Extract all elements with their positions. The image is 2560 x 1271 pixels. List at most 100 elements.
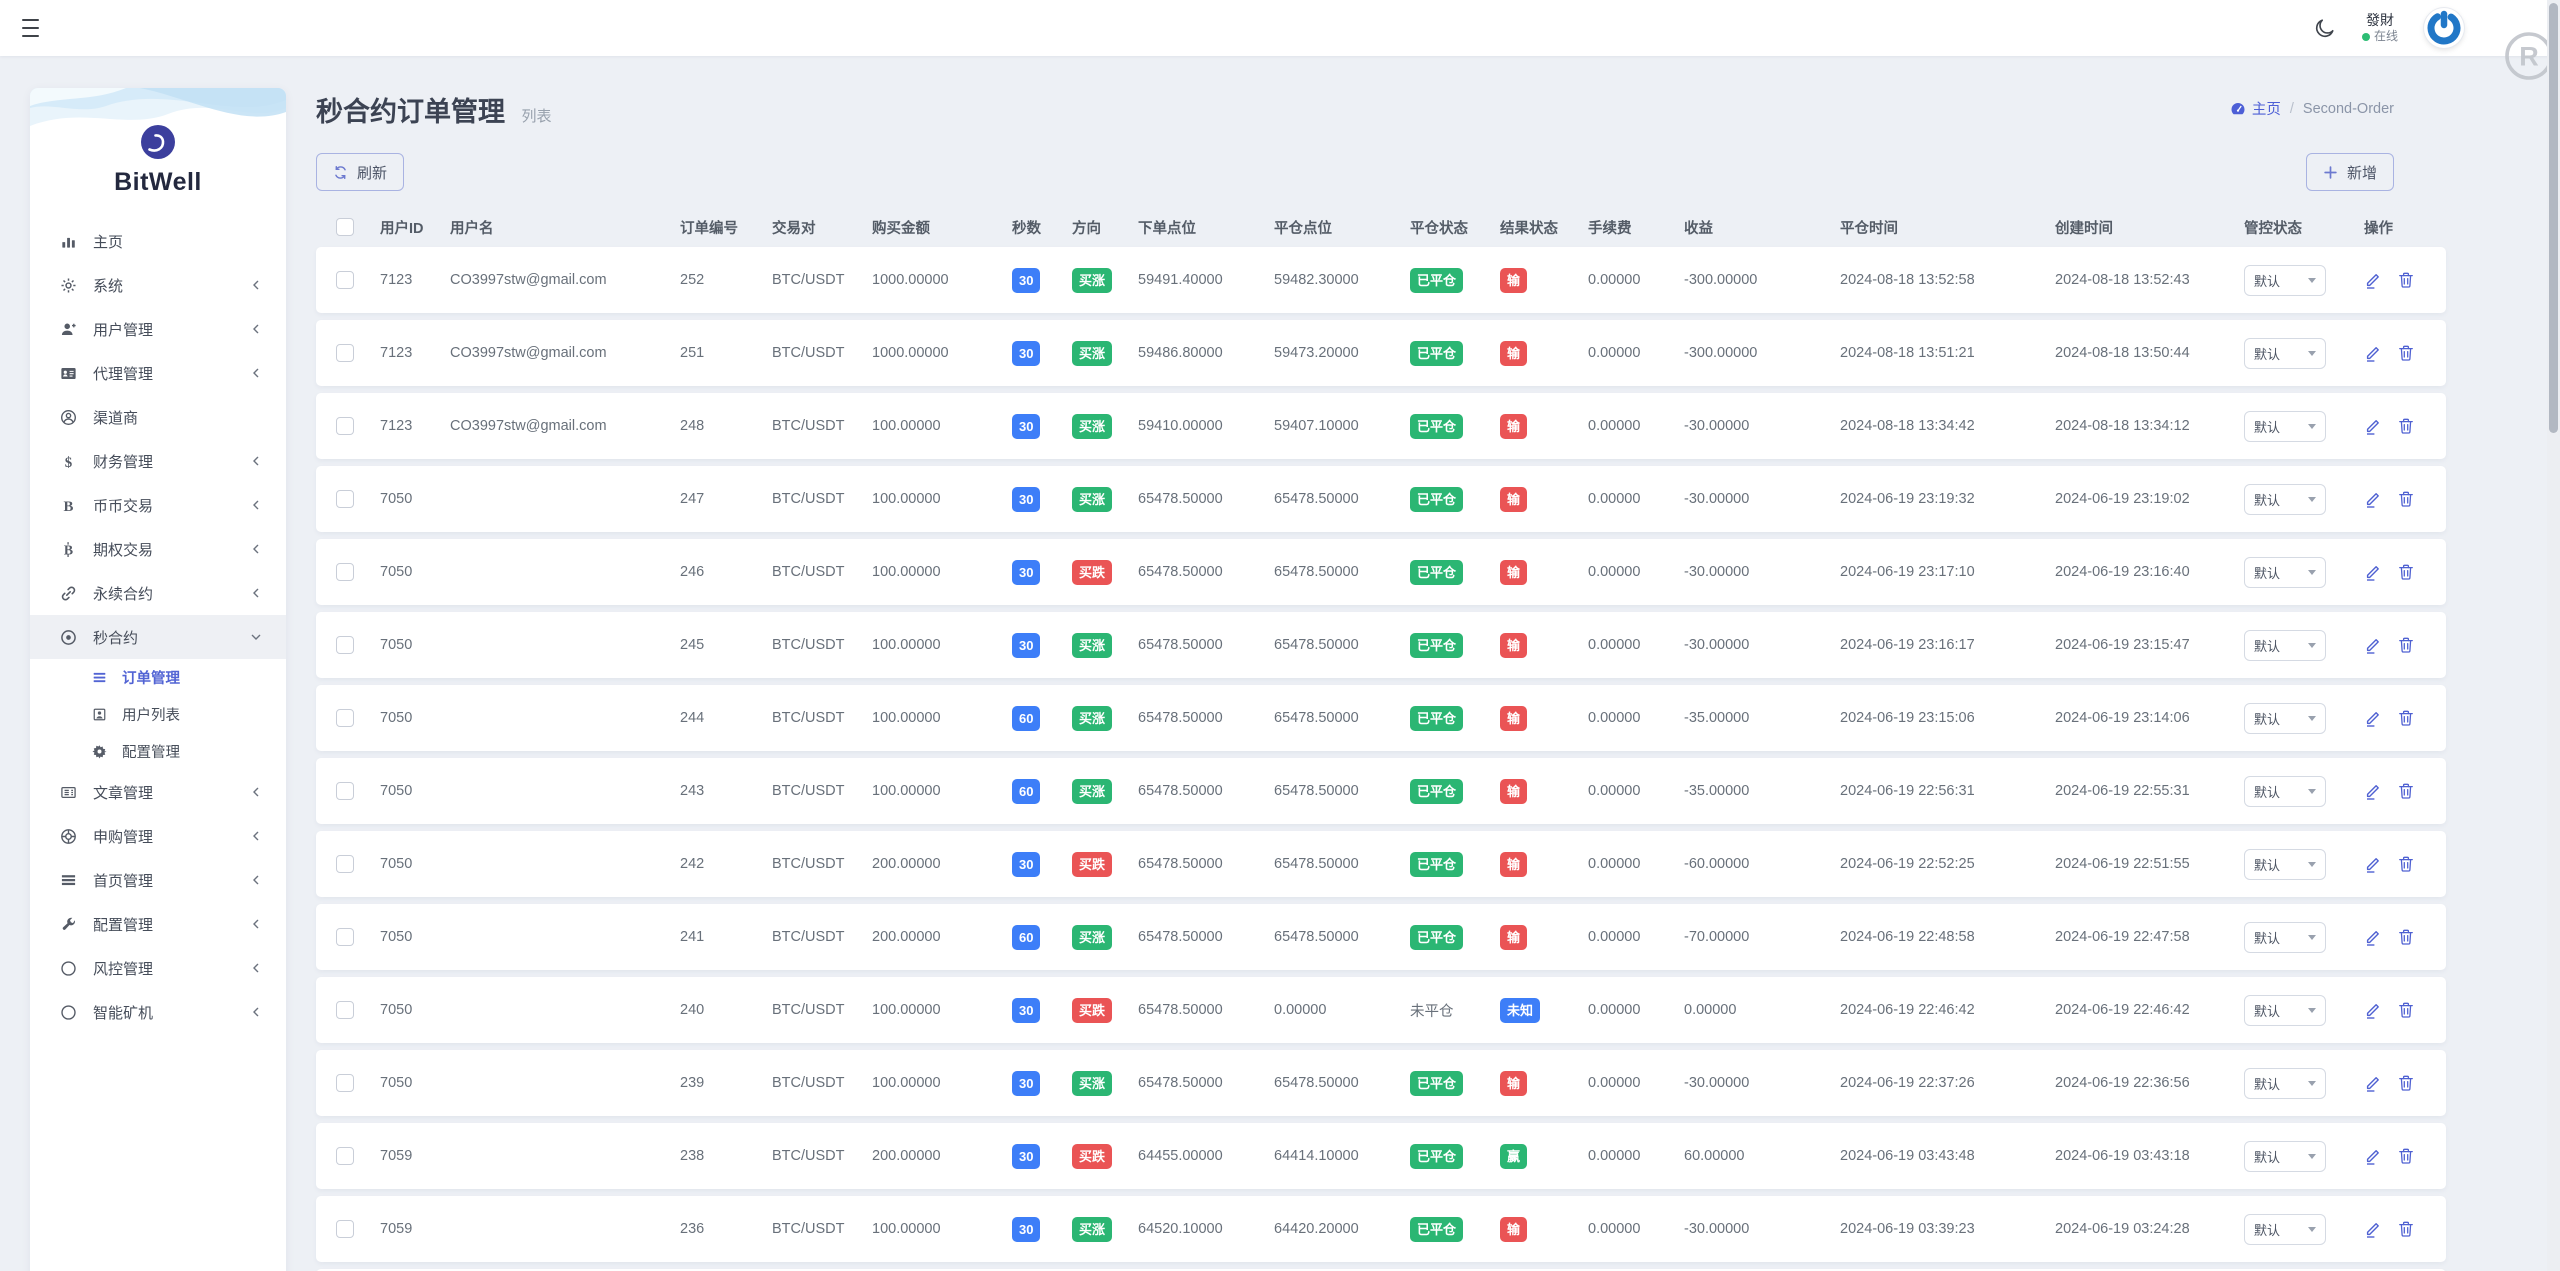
delete-button[interactable] xyxy=(2397,709,2415,727)
delete-button[interactable] xyxy=(2397,1147,2415,1165)
vertical-scrollbar[interactable] xyxy=(2547,0,2560,1271)
result-badge: 未知 xyxy=(1500,997,1541,1023)
row-checkbox[interactable] xyxy=(336,1147,354,1165)
cell-pair: BTC/USDT xyxy=(772,929,845,945)
sidebar-item[interactable]: $ 财务管理 xyxy=(30,439,286,483)
hamburger-icon[interactable] xyxy=(22,19,42,37)
seconds-badge: 60 xyxy=(1012,778,1041,804)
refresh-button[interactable]: 刷新 xyxy=(316,153,405,191)
sidebar-item[interactable]: 申购管理 xyxy=(30,814,286,858)
delete-button[interactable] xyxy=(2397,855,2415,873)
row-checkbox[interactable] xyxy=(336,417,354,435)
sidebar-item[interactable]: 用户管理 xyxy=(30,307,286,351)
row-checkbox[interactable] xyxy=(336,1220,354,1238)
edit-button[interactable] xyxy=(2364,417,2382,435)
edit-button[interactable] xyxy=(2364,1220,2382,1238)
scrollbar-thumb[interactable] xyxy=(2549,3,2558,433)
result-badge: 输 xyxy=(1500,851,1528,877)
brand-logo-icon xyxy=(140,124,176,160)
control-status-select[interactable]: 默认 xyxy=(2244,483,2326,515)
delete-button[interactable] xyxy=(2397,417,2415,435)
sidebar-subitem[interactable]: 配置管理 xyxy=(30,733,286,770)
cell-profit: -300.00000 xyxy=(1684,272,1758,288)
control-status-select[interactable]: 默认 xyxy=(2244,702,2326,734)
add-button[interactable]: 新增 xyxy=(2305,153,2394,191)
control-status-select[interactable]: 默认 xyxy=(2244,921,2326,953)
edit-button[interactable] xyxy=(2364,636,2382,654)
delete-button[interactable] xyxy=(2397,490,2415,508)
sidebar-item[interactable]: 配置管理 xyxy=(30,902,286,946)
cell-pair: BTC/USDT xyxy=(772,1221,845,1237)
cell-open-price: 65478.50000 xyxy=(1138,710,1223,726)
row-checkbox[interactable] xyxy=(336,709,354,727)
edit-button[interactable] xyxy=(2364,563,2382,581)
delete-button[interactable] xyxy=(2397,782,2415,800)
edit-button[interactable] xyxy=(2364,855,2382,873)
row-checkbox[interactable] xyxy=(336,344,354,362)
sidebar-subitem[interactable]: 订单管理 xyxy=(30,659,286,696)
table-row: 7059 238 BTC/USDT 200.00000 30 买跌 64455.… xyxy=(316,1123,2446,1189)
row-checkbox[interactable] xyxy=(336,1074,354,1092)
delete-button[interactable] xyxy=(2397,563,2415,581)
delete-button[interactable] xyxy=(2397,1074,2415,1092)
delete-button[interactable] xyxy=(2397,928,2415,946)
cell-fee: 0.00000 xyxy=(1588,272,1641,288)
control-status-select[interactable]: 默认 xyxy=(2244,264,2326,296)
row-checkbox[interactable] xyxy=(336,1001,354,1019)
row-checkbox[interactable] xyxy=(336,490,354,508)
edit-button[interactable] xyxy=(2364,1001,2382,1019)
delete-button[interactable] xyxy=(2397,1220,2415,1238)
sidebar-item[interactable]: B 期权交易 xyxy=(30,527,286,571)
row-checkbox[interactable] xyxy=(336,271,354,289)
control-status-select[interactable]: 默认 xyxy=(2244,1140,2326,1172)
sidebar-item[interactable]: 系统 xyxy=(30,263,286,307)
user-info[interactable]: 發財 在线 xyxy=(2361,12,2398,45)
delete-button[interactable] xyxy=(2397,344,2415,362)
sidebar-subitem[interactable]: 用户列表 xyxy=(30,696,286,733)
control-status-select[interactable]: 默认 xyxy=(2244,337,2326,369)
breadcrumb-home[interactable]: 主页 xyxy=(2252,98,2281,119)
control-status-select[interactable]: 默认 xyxy=(2244,775,2326,807)
control-status-select[interactable]: 默认 xyxy=(2244,556,2326,588)
row-checkbox[interactable] xyxy=(336,928,354,946)
sidebar-item[interactable]: 风控管理 xyxy=(30,946,286,990)
control-status-select[interactable]: 默认 xyxy=(2244,994,2326,1026)
edit-button[interactable] xyxy=(2364,490,2382,508)
delete-button[interactable] xyxy=(2397,1001,2415,1019)
cell-close-time: 2024-06-19 23:17:10 xyxy=(1840,564,1975,580)
sidebar-item[interactable]: 渠道商 xyxy=(30,395,286,439)
caret-down-icon xyxy=(2308,715,2316,721)
edit-button[interactable] xyxy=(2364,344,2382,362)
cell-close-time: 2024-06-19 03:39:23 xyxy=(1840,1221,1975,1237)
sidebar-item[interactable]: 秒合约 xyxy=(30,615,286,659)
delete-button[interactable] xyxy=(2397,271,2415,289)
cell-user-id: 7050 xyxy=(380,637,413,653)
moon-icon[interactable] xyxy=(2313,17,2336,40)
row-checkbox[interactable] xyxy=(336,855,354,873)
row-checkbox[interactable] xyxy=(336,636,354,654)
avatar[interactable] xyxy=(2424,8,2464,48)
control-status-select[interactable]: 默认 xyxy=(2244,1213,2326,1245)
sidebar-item[interactable]: 代理管理 xyxy=(30,351,286,395)
edit-button[interactable] xyxy=(2364,1074,2382,1092)
edit-button[interactable] xyxy=(2364,271,2382,289)
sidebar-item[interactable]: 永续合约 xyxy=(30,571,286,615)
edit-button[interactable] xyxy=(2364,928,2382,946)
sidebar-item[interactable]: B 币币交易 xyxy=(30,483,286,527)
delete-button[interactable] xyxy=(2397,636,2415,654)
sidebar-item[interactable]: 智能矿机 xyxy=(30,990,286,1034)
edit-button[interactable] xyxy=(2364,709,2382,727)
control-status-select[interactable]: 默认 xyxy=(2244,410,2326,442)
control-status-select[interactable]: 默认 xyxy=(2244,1067,2326,1099)
edit-button[interactable] xyxy=(2364,1147,2382,1165)
sidebar-item[interactable]: 首页管理 xyxy=(30,858,286,902)
sidebar-item[interactable]: 文章管理 xyxy=(30,770,286,814)
cell-user-id: 7050 xyxy=(380,491,413,507)
select-all-checkbox[interactable] xyxy=(336,218,354,236)
control-status-select[interactable]: 默认 xyxy=(2244,629,2326,661)
row-checkbox[interactable] xyxy=(336,782,354,800)
control-status-select[interactable]: 默认 xyxy=(2244,848,2326,880)
row-checkbox[interactable] xyxy=(336,563,354,581)
edit-button[interactable] xyxy=(2364,782,2382,800)
sidebar-item[interactable]: 主页 xyxy=(30,219,286,263)
